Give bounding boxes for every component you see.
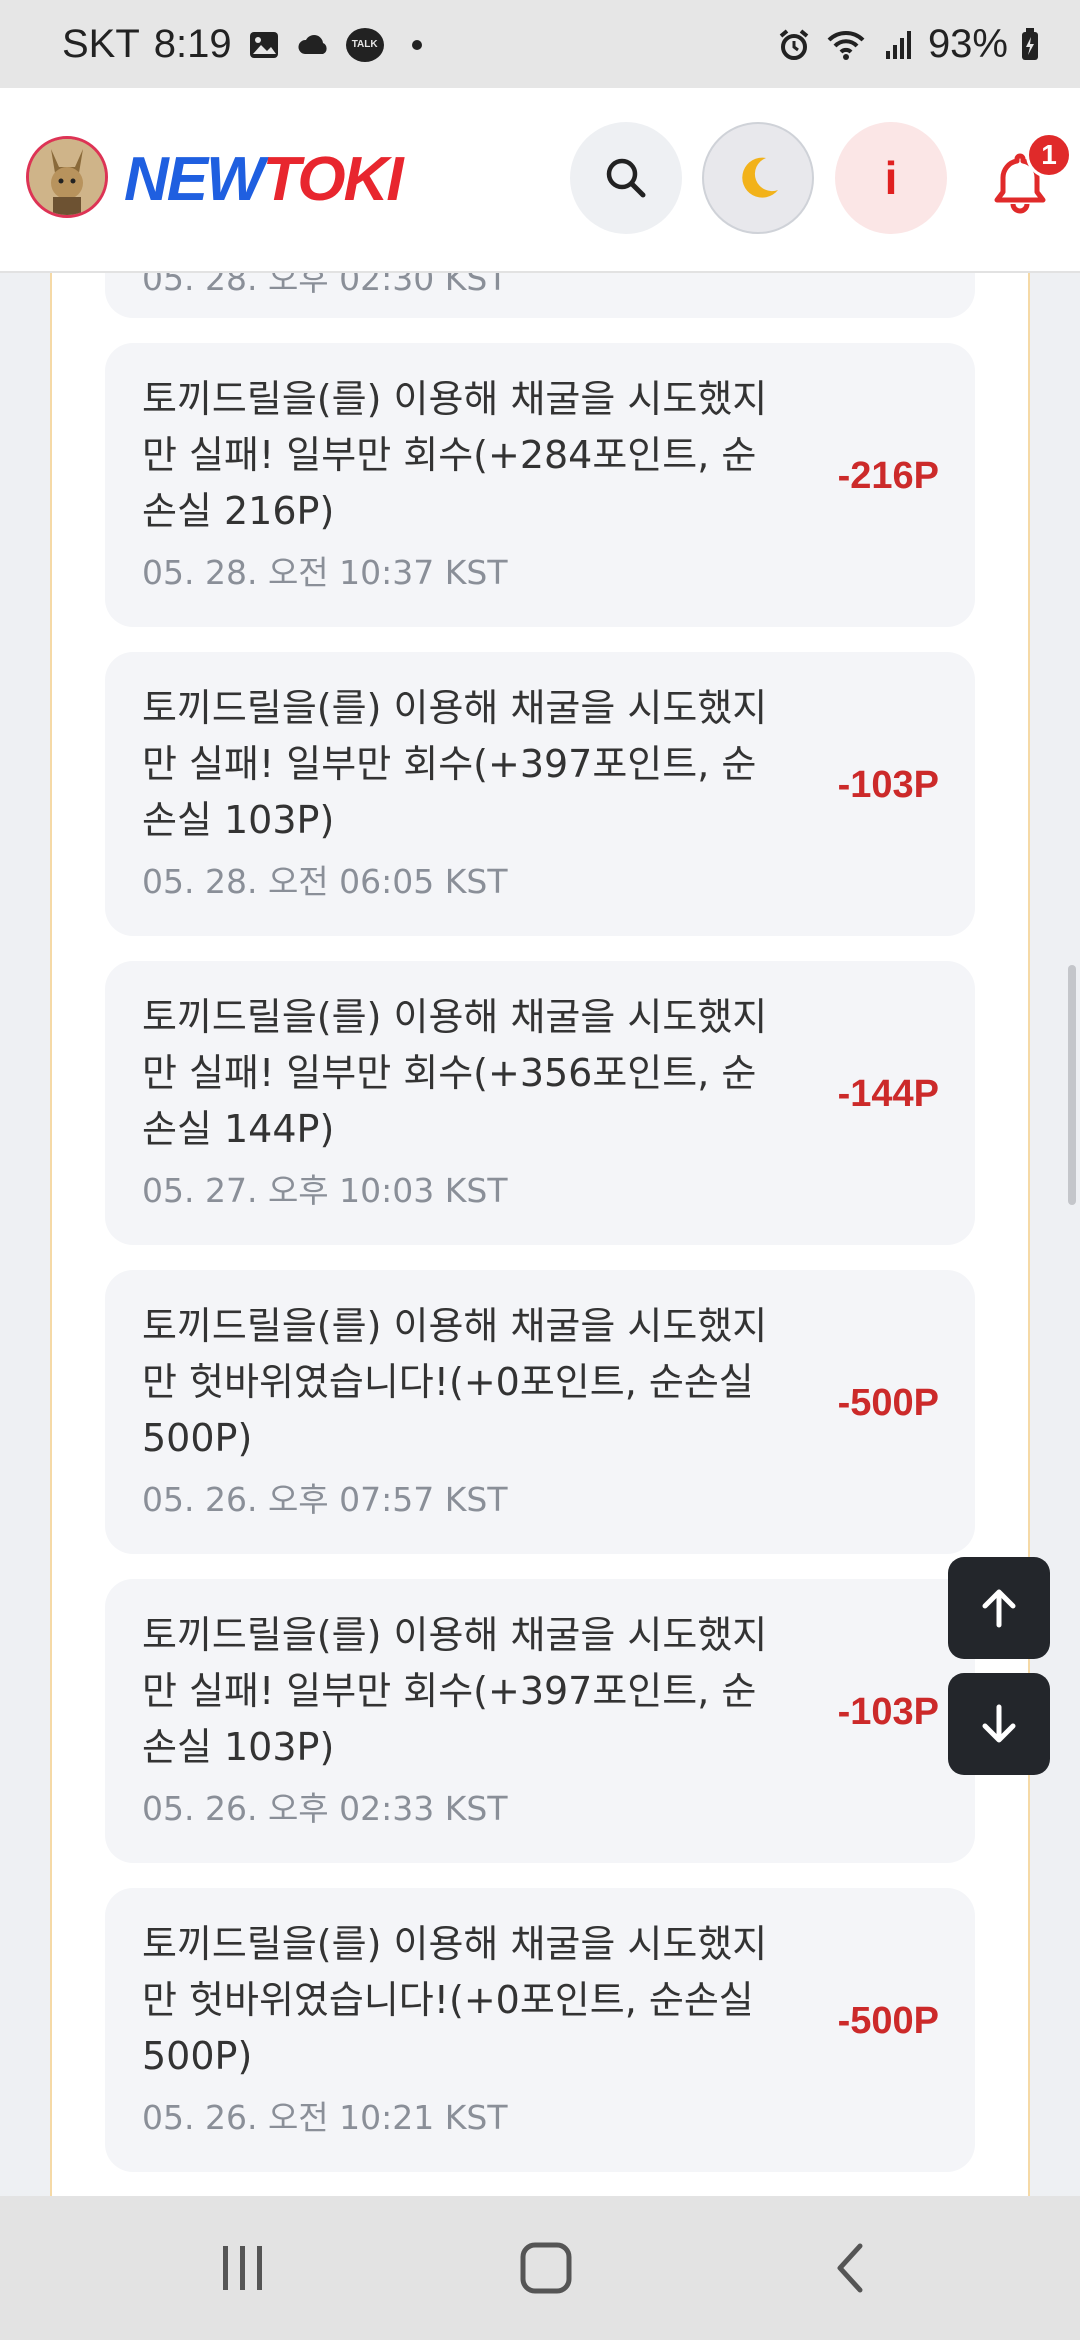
history-item: 토끼드릴을(를) 이용해 채굴을 시도했지만 실패! 일부만 회수(+356포인… (105, 961, 975, 1245)
history-item: 토끼드릴을(를) 이용해 채굴을 시도했지만 실패! 일부만 회수(+397포인… (105, 652, 975, 936)
clock: 8:19 (153, 22, 232, 66)
history-item-amount: -500P (837, 2000, 939, 2042)
history-item-text: 토끼드릴을(를) 이용해 채굴을 시도했지만 헛바위였습니다!(+0포인트, 순… (142, 1922, 768, 2078)
wifi-icon (827, 30, 865, 60)
moon-icon (742, 157, 778, 198)
history-item-text: 토끼드릴을(를) 이용해 채굴을 시도했지만 헛바위였습니다!(+0포인트, 순… (142, 1304, 768, 1460)
history-item: 토끼드릴을(를) 이용해 채굴을 시도했지만 헛바위였습니다!(+0포인트, 순… (105, 1270, 975, 1554)
history-item-text: 토끼드릴을(를) 이용해 채굴을 시도했지만 실패! 일부만 회수(+397포인… (142, 686, 768, 842)
history-item: 토끼드릴을(를) 이용해 채굴을 시도했지만 실패! 일부만 회수(+284포인… (105, 343, 975, 627)
history-item-time: 05. 26. 오후 07:57 KST (142, 1480, 508, 1519)
battery-percent: 93% (927, 22, 1008, 66)
search-icon (606, 158, 646, 198)
history-item-text: 토끼드릴을(를) 이용해 채굴을 시도했지만 실패! 일부만 회수(+397포인… (142, 1613, 768, 1769)
history-item-time: 05. 26. 오후 02:33 KST (142, 1789, 508, 1828)
history-item-amount: -144P (837, 1073, 939, 1115)
history-item-time: 05. 28. 오전 06:05 KST (142, 862, 508, 901)
alarm-icon (779, 28, 809, 60)
history-item: 토끼드릴을(를) 이용해 채굴을 시도했지만 헛바위였습니다!(+0포인트, 순… (105, 1888, 975, 2172)
gallery-icon (249, 31, 278, 58)
status-right: 93% (776, 22, 1040, 67)
history-item-time: 05. 28. 오전 10:37 KST (142, 553, 508, 592)
search-button[interactable] (570, 122, 682, 234)
logo-avatar[interactable] (26, 136, 108, 218)
site-logo[interactable]: NEWTOKI (124, 144, 404, 215)
history-item-time: 05. 27. 오후 10:03 KST (142, 1171, 508, 1210)
back-icon[interactable] (830, 2240, 870, 2296)
dark-mode-button[interactable] (702, 122, 814, 234)
scrollbar-thumb[interactable] (1068, 965, 1076, 1205)
status-bar: SKT 8:19 TALK 93% (0, 0, 1080, 88)
dot-icon (411, 39, 422, 50)
cloud-icon (298, 34, 327, 54)
mascot-icon (29, 139, 105, 215)
app-header: NEWTOKI i 1 (0, 88, 1080, 273)
history-item-amount: -500P (837, 1382, 939, 1424)
arrow-up-icon (982, 1589, 1016, 1628)
system-nav-bar (0, 2196, 1080, 2340)
logo-toki: TOKI (262, 145, 404, 214)
history-item-time: 05. 26. 오전 10:21 KST (142, 2098, 508, 2137)
history-item-amount: -103P (837, 1691, 939, 1733)
history-item-text: 토끼드릴을(를) 이용해 채굴을 시도했지만 실패! 일부만 회수(+284포인… (142, 377, 768, 533)
logo-new: NEW (124, 145, 265, 214)
carrier-label: SKT (62, 22, 140, 66)
history-item-amount: -103P (837, 764, 939, 806)
talk-icon: TALK (345, 27, 384, 62)
recent-apps-icon[interactable] (218, 2240, 268, 2296)
history-item: 토끼드릴을(를) 이용해 채굴을 시도했지만 실패! 일부만 회수(+397포인… (105, 1579, 975, 1863)
scroll-bottom-button[interactable] (948, 1673, 1050, 1775)
scroll-top-button[interactable] (948, 1557, 1050, 1659)
home-icon[interactable] (518, 2240, 574, 2296)
status-left: SKT 8:19 TALK (62, 22, 422, 67)
signal-icon (885, 30, 911, 59)
history-item-text: 토끼드릴을(를) 이용해 채굴을 시도했지만 실패! 일부만 회수(+356포인… (142, 995, 768, 1151)
battery-icon (1022, 27, 1038, 60)
info-icon: i (884, 152, 898, 204)
history-item-amount: -216P (837, 455, 939, 497)
notification-badge: 1 (1026, 132, 1072, 178)
arrow-down-icon (982, 1704, 1016, 1743)
info-button[interactable]: i (835, 122, 947, 234)
